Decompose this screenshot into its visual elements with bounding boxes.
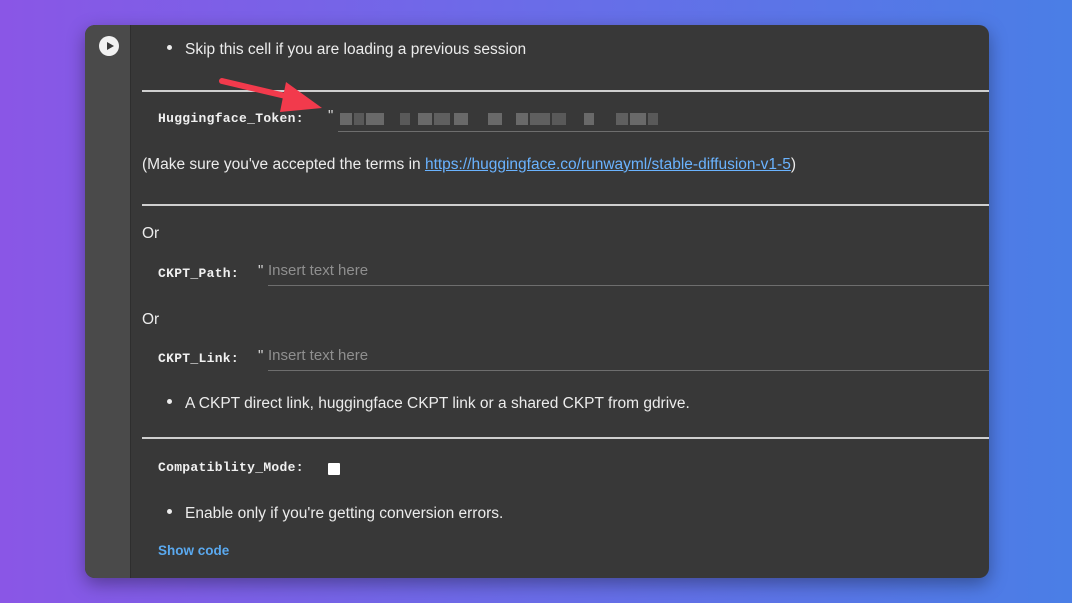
- cell-gutter: [85, 25, 131, 578]
- show-code-link[interactable]: Show code: [158, 543, 229, 558]
- token-quote: ": [328, 107, 334, 124]
- ckpt-link-placeholder: Insert text here: [268, 347, 369, 364]
- red-arrow-icon: [219, 78, 322, 112]
- ckpt-link-quote: ": [258, 347, 264, 364]
- or-text: Or: [142, 311, 160, 328]
- bullet-dot: [167, 509, 172, 515]
- ckpt-path-placeholder: Insert text here: [268, 262, 369, 279]
- ckpt-path-quote: ": [258, 262, 264, 279]
- ckpt-path-input[interactable]: Insert text here: [268, 259, 989, 286]
- play-icon[interactable]: [99, 36, 119, 56]
- divider: [142, 204, 989, 206]
- terms-prefix: (Make sure you've accepted the terms in: [142, 156, 425, 173]
- bullet-dot: [167, 45, 172, 51]
- ckpt-link-input[interactable]: Insert text here: [268, 344, 989, 371]
- ckpt-path-label: CKPT_Path:: [158, 266, 240, 281]
- terms-note: (Make sure you've accepted the terms in …: [142, 156, 796, 174]
- compat-note: Enable only if you're getting conversion…: [185, 505, 504, 522]
- ckpt-link-note: A CKPT direct link, huggingface CKPT lin…: [185, 395, 690, 412]
- compat-label: Compatiblity_Mode:: [158, 460, 304, 475]
- compat-checkbox[interactable]: [328, 463, 340, 475]
- bullet-dot: [167, 399, 172, 405]
- list-item: A CKPT direct link, huggingface CKPT lin…: [167, 395, 690, 413]
- or-text: Or: [142, 225, 160, 242]
- list-item: Enable only if you're getting conversion…: [167, 505, 503, 523]
- token-input[interactable]: [338, 105, 989, 132]
- terms-link[interactable]: https://huggingface.co/runwayml/stable-d…: [425, 156, 791, 173]
- divider: [142, 437, 989, 439]
- ckpt-link-label: CKPT_Link:: [158, 351, 240, 366]
- terms-suffix: ): [790, 156, 797, 173]
- skip-note: Skip this cell if you are loading a prev…: [185, 41, 527, 58]
- list-item: Skip this cell if you are loading a prev…: [167, 41, 526, 59]
